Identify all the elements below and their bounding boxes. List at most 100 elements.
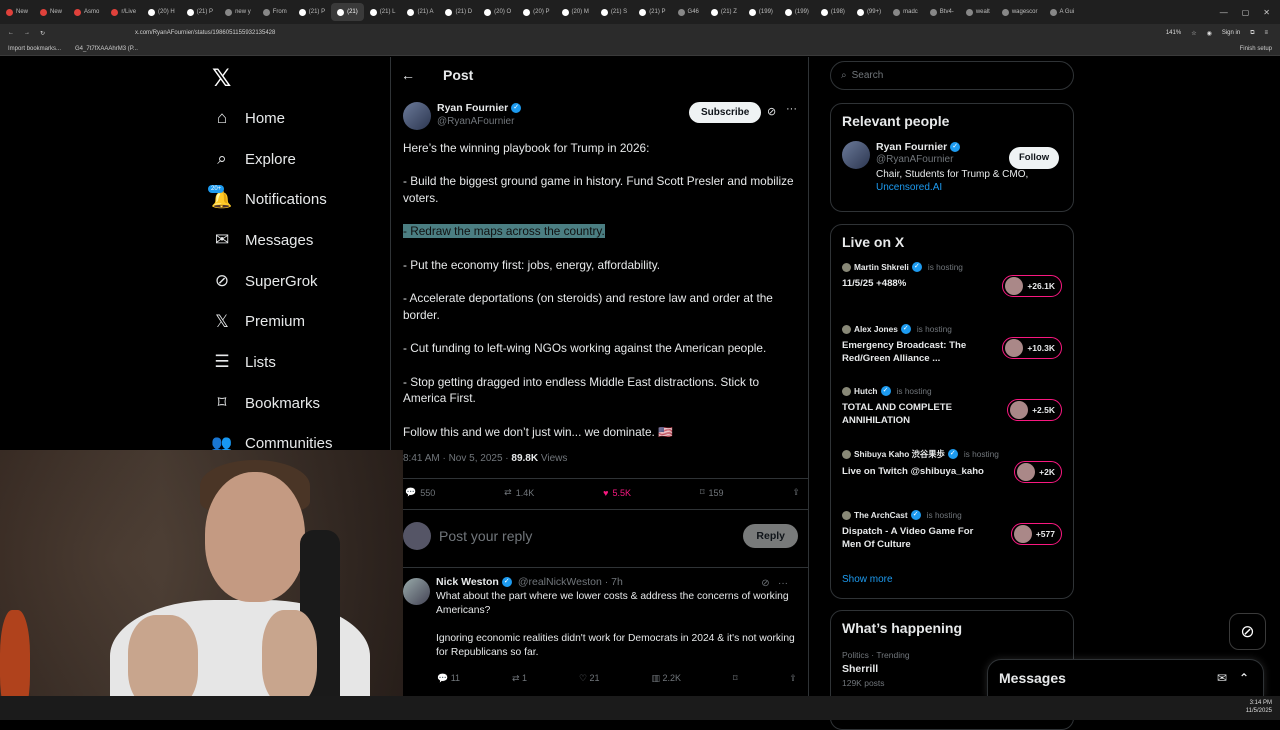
bookmark-item[interactable]: G4_7t7fXAAAhrM3 (P... bbox=[75, 46, 138, 52]
person-name[interactable]: Ryan Fournier bbox=[876, 141, 947, 153]
avatar[interactable] bbox=[403, 578, 430, 605]
url-field[interactable]: x.com/RyanAFournier/status/1986051155932… bbox=[135, 27, 1156, 40]
browser-tab[interactable]: (20) M bbox=[556, 3, 595, 21]
browser-tab[interactable]: (21) S bbox=[595, 3, 633, 21]
back-icon[interactable]: ← bbox=[8, 30, 14, 36]
live-item[interactable]: Martin Shkreli ✓ is hosting 11/5/25 +488% +2… bbox=[842, 262, 1062, 312]
reply-post[interactable]: Nick Weston ✓ @realNickWeston · 7h ⊘ ···… bbox=[403, 576, 798, 674]
listener-count[interactable]: +577 bbox=[1010, 523, 1062, 545]
clock[interactable]: 3:14 PM 11/5/2025 bbox=[1246, 699, 1272, 715]
reply-author-name[interactable]: Nick Weston bbox=[436, 576, 499, 588]
avatar[interactable] bbox=[403, 102, 431, 130]
browser-tab[interactable]: wagescor bbox=[996, 3, 1044, 21]
browser-tab[interactable]: (199) bbox=[743, 3, 779, 21]
browser-tab[interactable]: (20) O bbox=[478, 3, 517, 21]
nav-item-supergrok[interactable]: ⊘ SuperGrok bbox=[212, 261, 333, 302]
extensions-icon[interactable]: ⧉ bbox=[1250, 30, 1254, 37]
post-author[interactable]: Ryan Fournier ✓ @RyanAFournier bbox=[403, 102, 522, 130]
browser-tab[interactable]: (21) A bbox=[401, 3, 439, 21]
zoom-level[interactable]: 141% bbox=[1166, 30, 1181, 36]
browser-tab[interactable]: From bbox=[257, 3, 293, 21]
host-name[interactable]: Hutch bbox=[854, 386, 878, 396]
signin-link[interactable]: Sign in bbox=[1222, 30, 1240, 36]
nav-item-bookmarks[interactable]: ⌑ Bookmarks bbox=[212, 383, 333, 424]
browser-tab[interactable]: (21) D bbox=[439, 3, 478, 21]
bookmark-item[interactable]: Import bookmarks... bbox=[8, 46, 61, 52]
close-icon[interactable]: ✕ bbox=[1263, 8, 1270, 17]
nav-item-premium[interactable]: 𝕏 Premium bbox=[212, 301, 333, 342]
browser-tab[interactable]: New bbox=[0, 3, 34, 21]
browser-tab[interactable]: (21) bbox=[331, 3, 364, 21]
reply-input[interactable]: Post your reply bbox=[439, 528, 532, 544]
listener-count[interactable]: +2K bbox=[1014, 461, 1062, 483]
author-name[interactable]: Ryan Fournier bbox=[437, 102, 508, 114]
live-title[interactable]: Emergency Broadcast: The Red/Green Allia… bbox=[842, 339, 992, 365]
nav-item-home[interactable]: ⌂ Home bbox=[212, 98, 333, 139]
listener-count[interactable]: +10.3K bbox=[1002, 337, 1062, 359]
browser-tab[interactable]: New bbox=[34, 3, 68, 21]
host-name[interactable]: Alex Jones bbox=[854, 324, 898, 334]
repost-action[interactable]: ⇄ 1 bbox=[512, 673, 527, 684]
browser-tab[interactable]: (21) L bbox=[364, 3, 402, 21]
menu-icon[interactable]: ≡ bbox=[1264, 30, 1268, 36]
star-icon[interactable]: ☆ bbox=[1191, 30, 1196, 37]
more-icon[interactable]: ··· bbox=[786, 103, 797, 115]
browser-tab[interactable]: (21) P bbox=[293, 3, 331, 21]
browser-tab[interactable]: (99+) bbox=[851, 3, 887, 21]
nav-item-lists[interactable]: ☰ Lists bbox=[212, 342, 333, 383]
profile-icon[interactable]: ◉ bbox=[1207, 30, 1212, 37]
browser-tab[interactable]: wealt bbox=[960, 3, 996, 21]
avatar[interactable] bbox=[842, 141, 870, 169]
browser-tab[interactable]: G46 bbox=[672, 3, 705, 21]
listener-count[interactable]: +26.1K bbox=[1002, 275, 1062, 297]
minimize-icon[interactable]: — bbox=[1220, 8, 1228, 17]
back-arrow-icon[interactable]: ← bbox=[401, 67, 431, 83]
browser-tab[interactable]: (21) P bbox=[181, 3, 219, 21]
live-item[interactable]: The ArchCast ✓ is hosting Dispatch - A Vide… bbox=[842, 510, 1062, 560]
reply-button[interactable]: Reply bbox=[743, 524, 798, 548]
person-handle[interactable]: @RyanAFournier bbox=[876, 154, 1028, 165]
new-message-icon[interactable]: ✉ bbox=[1217, 671, 1227, 685]
browser-tab[interactable]: (21) Z bbox=[705, 3, 743, 21]
nav-item-messages[interactable]: ✉ Messages bbox=[212, 220, 333, 261]
nav-item-notifications[interactable]: 🔔 20+ Notifications bbox=[208, 179, 333, 220]
more-icon[interactable]: ⊘ ··· bbox=[761, 578, 788, 589]
browser-tab[interactable]: A Gui bbox=[1044, 3, 1081, 21]
grok-float-button[interactable]: ⊘ bbox=[1229, 613, 1266, 650]
live-item[interactable]: Shibuya Kaho 渋谷果歩 ✓ is hosting Live on Twit… bbox=[842, 448, 1062, 498]
live-title[interactable]: TOTAL AND COMPLETE ANNIHILATION bbox=[842, 401, 992, 427]
follow-button[interactable]: Follow bbox=[1009, 147, 1060, 169]
listener-count[interactable]: +2.5K bbox=[1007, 399, 1062, 421]
like-action[interactable]: ♡ 21 bbox=[579, 673, 600, 684]
post-timestamp[interactable]: 8:41 AM · Nov 5, 2025 · bbox=[403, 453, 511, 464]
bookmark-icon[interactable]: ⌑ bbox=[733, 673, 738, 684]
x-logo-icon[interactable]: 𝕏 bbox=[212, 64, 231, 93]
maximize-icon[interactable]: ▢ bbox=[1242, 8, 1250, 17]
live-title[interactable]: 11/5/25 +488% bbox=[842, 277, 992, 290]
views-action[interactable]: ▥ 2.2K bbox=[651, 673, 681, 684]
reload-icon[interactable]: ↻ bbox=[40, 30, 45, 37]
browser-tab[interactable]: (20) H bbox=[142, 3, 181, 21]
nav-item-explore[interactable]: ⌕ Explore bbox=[212, 139, 333, 180]
expand-icon[interactable]: ⌃ bbox=[1239, 671, 1249, 685]
like-action[interactable]: ♥ 5.5K bbox=[603, 487, 631, 498]
finish-setup-link[interactable]: Finish setup bbox=[1240, 46, 1280, 52]
browser-tab[interactable]: (20) P bbox=[517, 3, 555, 21]
forward-icon[interactable]: → bbox=[24, 30, 30, 36]
reply-action[interactable]: 💬 11 bbox=[437, 673, 460, 684]
reply-action[interactable]: 💬 550 bbox=[405, 487, 435, 498]
live-title[interactable]: Live on Twitch @shibuya_kaho bbox=[842, 465, 992, 478]
subscribe-button[interactable]: Subscribe bbox=[689, 102, 762, 123]
browser-tab[interactable]: r/Live bbox=[105, 3, 142, 21]
messages-drawer[interactable]: Messages ✉ ⌃ bbox=[987, 659, 1264, 697]
live-item[interactable]: Alex Jones ✓ is hosting Emergency Broadcast… bbox=[842, 324, 1062, 374]
browser-tab[interactable]: (199) bbox=[779, 3, 815, 21]
live-title[interactable]: Dispatch - A Video Game For Men Of Cultu… bbox=[842, 525, 992, 551]
bio-link[interactable]: Uncensored.AI bbox=[876, 182, 942, 193]
search-input[interactable]: ⌕ Search bbox=[830, 61, 1074, 90]
host-name[interactable]: Shibuya Kaho 渋谷果歩 bbox=[854, 448, 945, 460]
host-name[interactable]: Martin Shkreli bbox=[854, 262, 909, 272]
share-action[interactable]: ⇪ bbox=[792, 487, 800, 498]
browser-tab[interactable]: Asmo bbox=[68, 3, 105, 21]
reply-author-handle[interactable]: @realNickWeston · 7h bbox=[518, 576, 623, 588]
